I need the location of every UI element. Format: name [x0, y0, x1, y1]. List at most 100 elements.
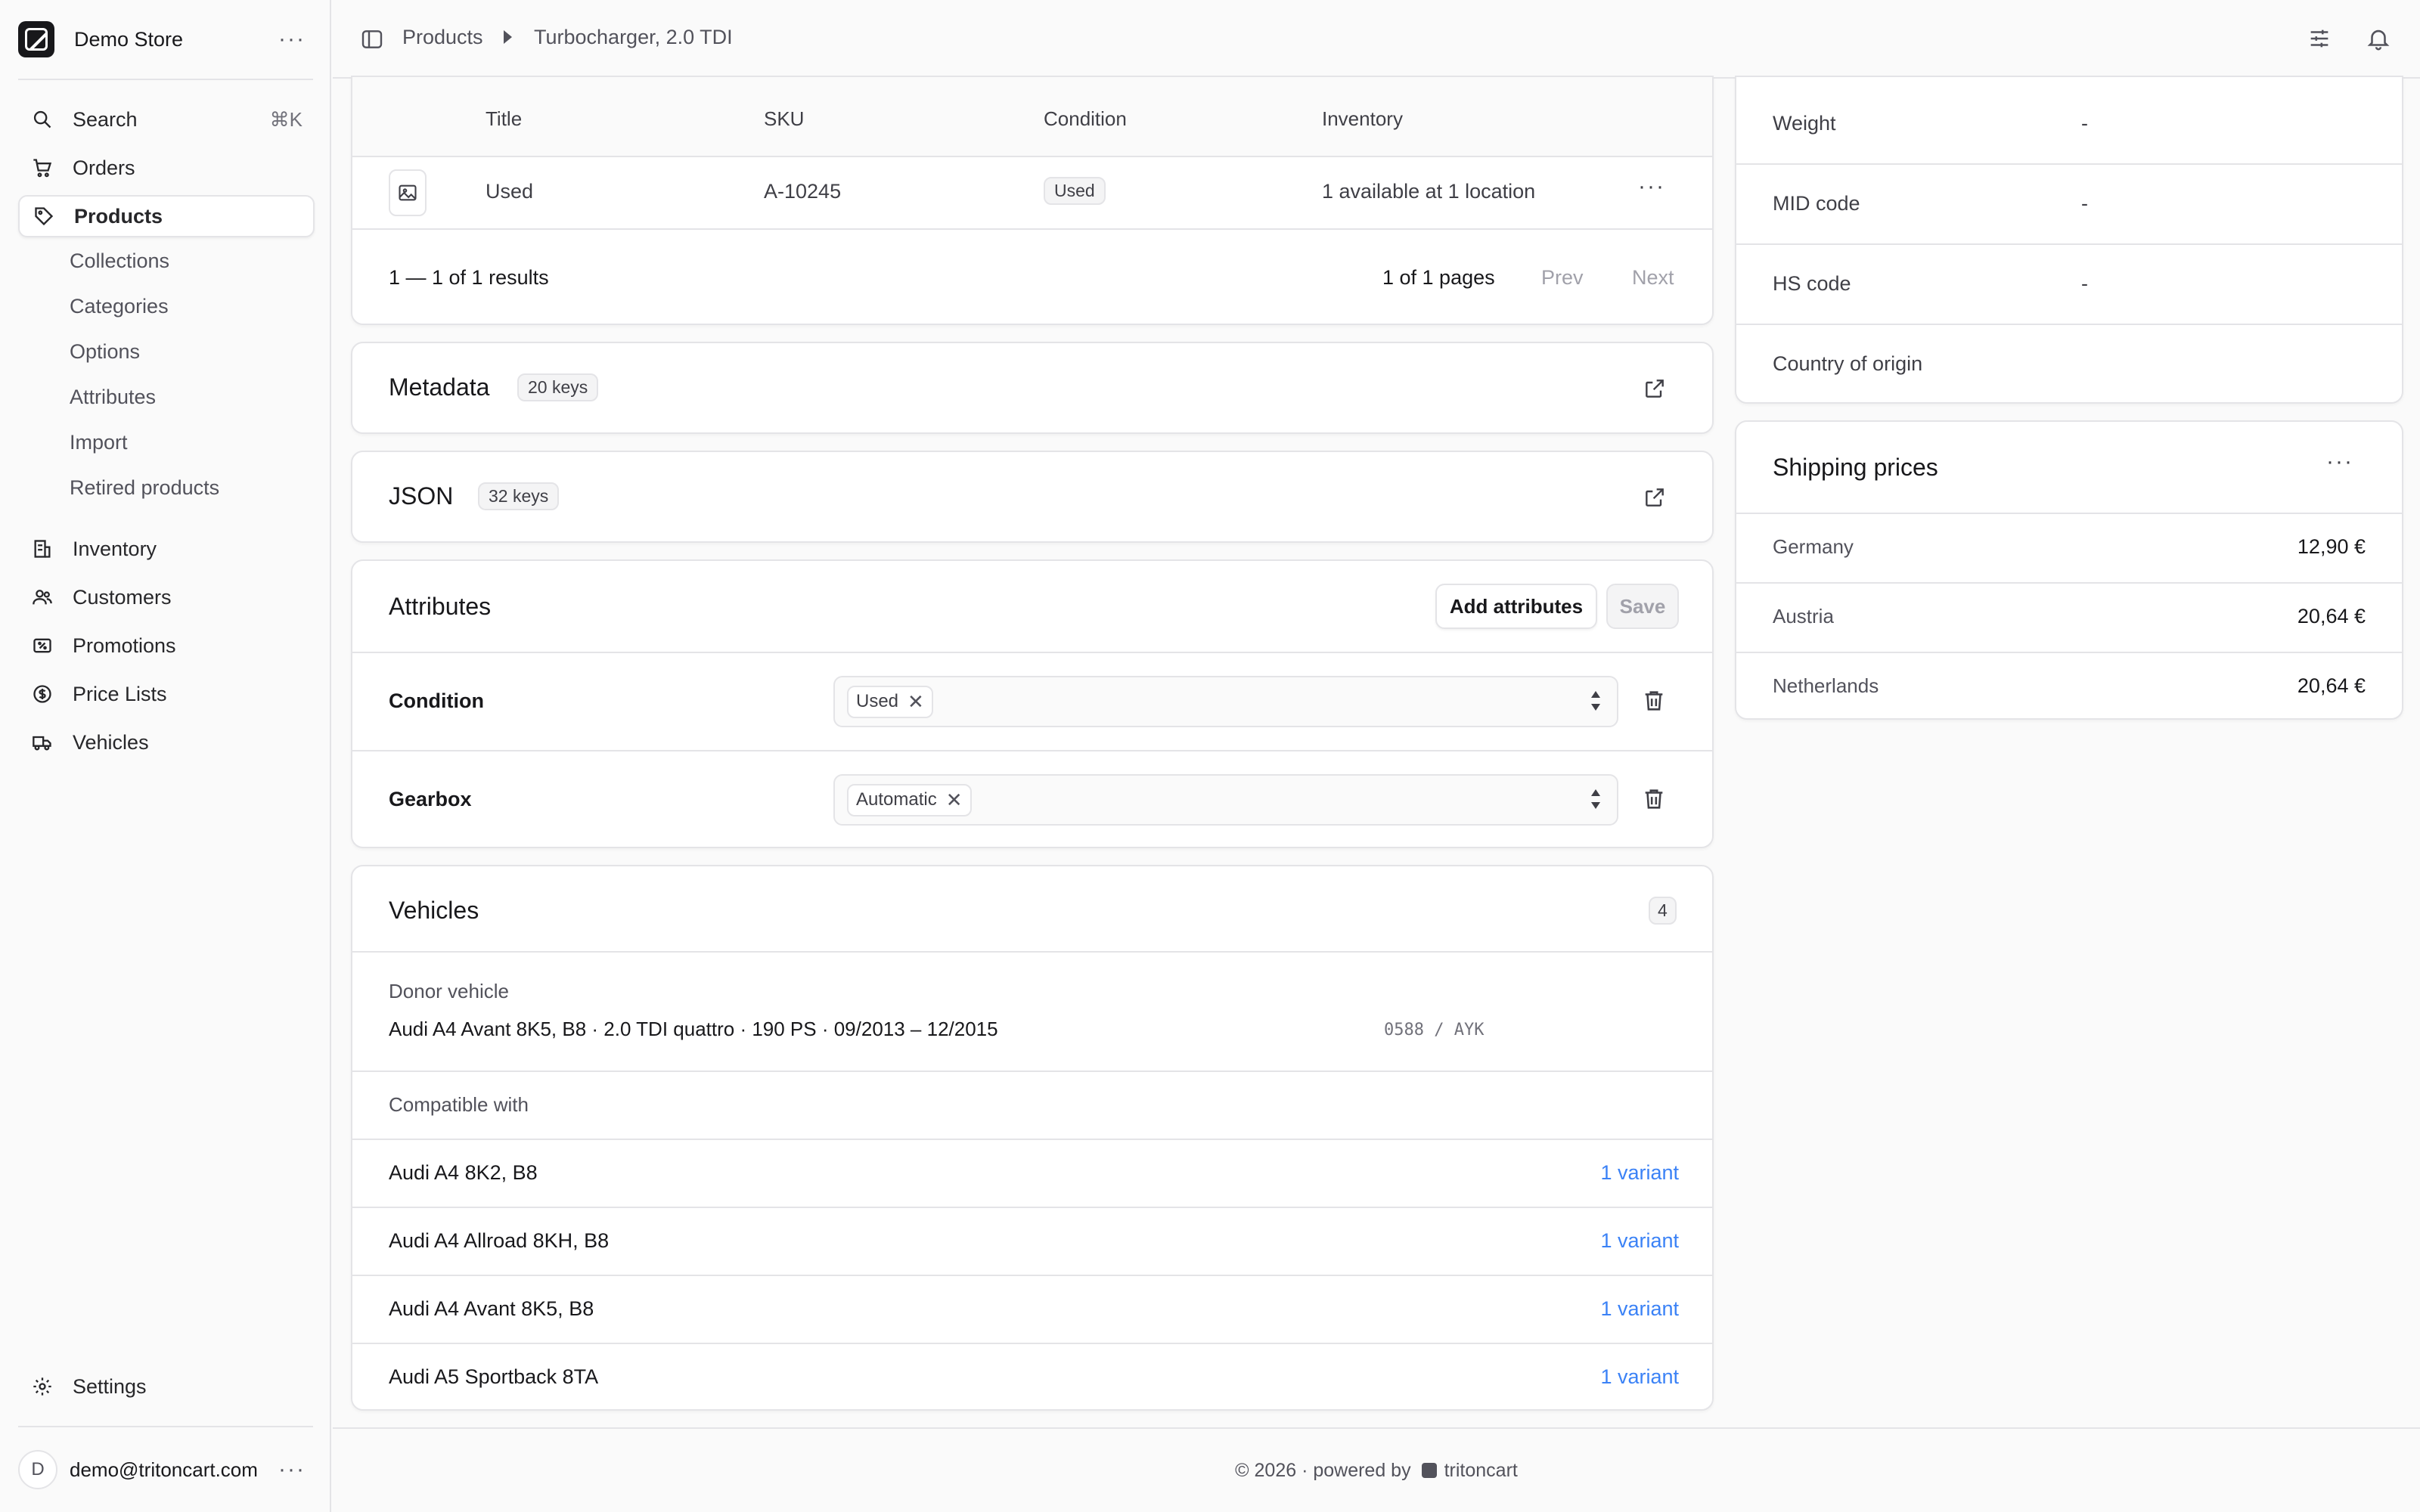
chevron-right-icon [504, 30, 512, 44]
nav-search[interactable]: Search ⌘K [18, 98, 315, 141]
nav-inventory-label: Inventory [73, 537, 157, 560]
truck-icon [30, 730, 54, 754]
variant-link[interactable]: 1 variant [1600, 1365, 1679, 1389]
list-item: Audi A5 Sportback 8TA 1 variant [352, 1344, 1712, 1409]
bell-icon[interactable] [2366, 26, 2393, 53]
vehicle-name: Audi A4 Allroad 8KH, B8 [389, 1229, 610, 1252]
donor-vehicle-label: Donor vehicle [389, 980, 509, 1002]
add-attributes-button[interactable]: Add attributes [1435, 584, 1597, 629]
variant-link[interactable]: 1 variant [1600, 1161, 1679, 1185]
footer-text: © 2026 · powered by [1235, 1459, 1411, 1481]
store-switcher[interactable]: Demo Store ··· [18, 18, 313, 60]
detail-label: Country of origin [1773, 352, 1923, 375]
close-icon[interactable]: ✕ [908, 690, 924, 714]
more-icon[interactable]: ··· [1638, 174, 1665, 200]
nav-vehicles-label: Vehicles [73, 730, 149, 754]
topbar: Products Turbocharger, 2.0 TDI [333, 0, 2420, 79]
footer: © 2026 · powered by tritoncart [333, 1427, 2420, 1512]
next-button[interactable]: Next [1632, 266, 1674, 290]
nav-products-label: Products [74, 204, 163, 228]
nav-vehicles[interactable]: Vehicles [18, 721, 315, 764]
attributes-card: Attributes Add attributes Save Condition… [351, 559, 1714, 848]
trash-icon[interactable] [1641, 688, 1667, 717]
donor-vehicle-codes: 0588 / AYK [1384, 1021, 1485, 1040]
variant-link[interactable]: 1 variant [1600, 1229, 1679, 1253]
more-icon[interactable]: ··· [278, 1457, 306, 1483]
tag-icon [32, 204, 56, 228]
sidebar-toggle-icon[interactable] [360, 27, 384, 51]
gearbox-select[interactable]: Automatic ✕ [833, 774, 1618, 826]
col-inventory[interactable]: Inventory [1322, 107, 1403, 131]
user-menu[interactable]: D demo@tritoncart.com ··· [18, 1448, 313, 1491]
condition-select[interactable]: Used ✕ [833, 676, 1618, 727]
nav-orders-label: Orders [73, 156, 135, 179]
divider [18, 1426, 313, 1427]
nav-promotions[interactable]: Promotions [18, 624, 315, 667]
nav-orders[interactable]: Orders [18, 147, 315, 189]
nav-products[interactable]: Products [18, 195, 315, 237]
results-count: 1 — 1 of 1 results [389, 266, 549, 289]
footer-brand[interactable]: tritoncart [1444, 1460, 1518, 1482]
metadata-badge: 20 keys [517, 373, 599, 401]
building-icon [30, 537, 54, 561]
nav-retired-products[interactable]: Retired products [70, 476, 219, 500]
nav-import[interactable]: Import [70, 431, 128, 454]
search-icon [30, 107, 54, 132]
vehicle-name: Audi A5 Sportback 8TA [389, 1365, 599, 1388]
nav-price-lists[interactable]: Price Lists [18, 673, 315, 715]
nav-inventory[interactable]: Inventory [18, 528, 315, 570]
nav-promotions-label: Promotions [73, 634, 176, 657]
detail-value: - [2081, 112, 2088, 135]
nav-categories[interactable]: Categories [70, 295, 169, 318]
nav-settings[interactable]: Settings [18, 1365, 315, 1408]
close-icon[interactable]: ✕ [946, 789, 963, 812]
prev-button[interactable]: Prev [1541, 266, 1584, 290]
shipping-price: 12,90 € [2297, 535, 2366, 558]
variant-inventory: 1 available at 1 location [1322, 180, 1536, 203]
chip-label: Used [856, 691, 899, 711]
external-link-icon[interactable] [1643, 485, 1667, 513]
receipt-percent-icon [30, 634, 54, 658]
user-email: demo@tritoncart.com [70, 1458, 258, 1481]
shipping-price: 20,64 € [2297, 605, 2366, 627]
select-stepper-icon [1591, 691, 1600, 711]
nav-search-label: Search [73, 107, 138, 131]
more-icon[interactable]: ··· [278, 26, 306, 52]
variants-card: Title SKU Condition Inventory Used A-102… [351, 76, 1714, 325]
col-sku[interactable]: SKU [764, 107, 804, 131]
breadcrumb-products[interactable]: Products [402, 26, 483, 49]
col-condition[interactable]: Condition [1044, 107, 1127, 131]
metadata-title: Metadata [389, 373, 490, 401]
json-card: JSON 32 keys [351, 451, 1714, 543]
nav-options[interactable]: Options [70, 340, 140, 364]
nav-attributes[interactable]: Attributes [70, 386, 156, 409]
more-icon[interactable]: ··· [2326, 449, 2353, 475]
nav-customers[interactable]: Customers [18, 576, 315, 618]
detail-value: - [2081, 272, 2088, 295]
vehicles-title: Vehicles [389, 897, 479, 924]
shipping-price: 20,64 € [2297, 674, 2366, 697]
trash-icon[interactable] [1641, 786, 1667, 816]
external-link-icon[interactable] [1643, 376, 1667, 404]
table-row[interactable]: Used A-10245 Used 1 available at 1 locat… [352, 157, 1712, 228]
save-button[interactable]: Save [1606, 584, 1679, 629]
variant-sku: A-10245 [764, 180, 842, 203]
breadcrumb-current: Turbocharger, 2.0 TDI [534, 26, 733, 48]
variant-title: Used [486, 180, 534, 203]
nav-collections[interactable]: Collections [70, 249, 169, 273]
divider [18, 79, 313, 80]
detail-label: MID code [1773, 192, 1860, 215]
store-name: Demo Store [74, 27, 184, 51]
variant-link[interactable]: 1 variant [1600, 1297, 1679, 1321]
col-title[interactable]: Title [486, 107, 522, 131]
detail-label: Weight [1773, 112, 1836, 135]
attribute-label-condition: Condition [389, 689, 484, 712]
shipping-country: Austria [1773, 605, 1834, 627]
cart-icon [30, 156, 54, 180]
nav-customers-label: Customers [73, 585, 172, 609]
list-item: Audi A4 Allroad 8KH, B8 1 variant [352, 1208, 1712, 1275]
detail-value: - [2081, 192, 2088, 215]
shipping-country: Germany [1773, 535, 1854, 558]
attributes-title: Attributes [389, 593, 492, 620]
sliders-icon[interactable] [2307, 26, 2334, 53]
